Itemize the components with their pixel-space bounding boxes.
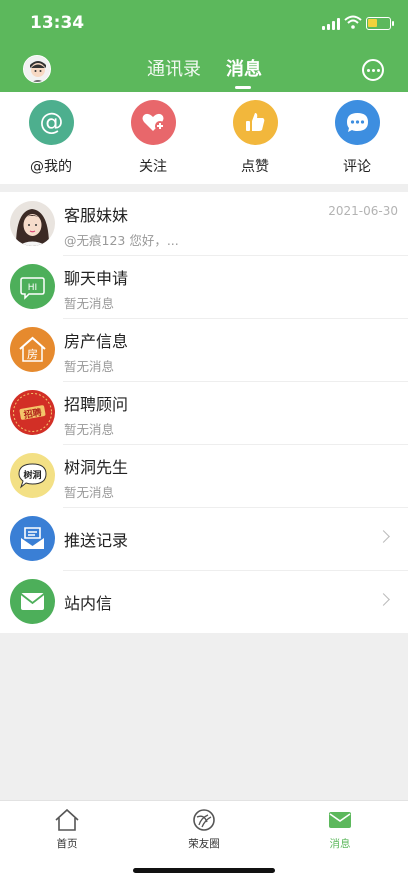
more-options-icon[interactable]: [362, 59, 384, 81]
message-title: 树洞先生: [64, 458, 129, 477]
recruit-badge-icon: 招聘: [10, 390, 55, 435]
list-item[interactable]: 推送记录: [0, 507, 408, 570]
status-bar: 13:34: [0, 0, 408, 46]
chevron-right-icon: [377, 593, 390, 606]
message-title: 推送记录: [64, 531, 129, 550]
quick-action-label: 点赞: [241, 159, 269, 175]
message-title: 招聘顾问: [64, 395, 129, 414]
quick-action-follow[interactable]: 关注: [113, 100, 193, 180]
nav-friends-circle[interactable]: 荣友圈: [164, 808, 244, 851]
list-item[interactable]: 树洞 树洞先生 暂无消息: [0, 444, 408, 507]
message-title: 房产信息: [64, 332, 129, 351]
message-envelope-icon: [327, 808, 353, 832]
hi-chat-icon: HI: [10, 264, 55, 309]
svg-text:HI: HI: [28, 283, 37, 293]
message-preview: 暂无消息: [64, 296, 115, 311]
app-header: 13:34 通讯录 消息: [0, 0, 408, 92]
message-preview: @无痕123 您好，...: [64, 233, 179, 248]
home-indicator: [133, 868, 275, 873]
quick-actions: @ @我的 关注 点赞 评论: [0, 92, 408, 184]
nav-messages[interactable]: 消息: [300, 808, 380, 851]
nav-label: 荣友圈: [188, 838, 220, 850]
message-date: 2021-06-30: [328, 204, 398, 218]
battery-icon: [366, 17, 394, 30]
active-tab-indicator: [235, 86, 251, 89]
quick-action-at-me[interactable]: @ @我的: [11, 100, 91, 180]
home-icon: [54, 808, 80, 832]
message-title: 客服妹妹: [64, 206, 129, 225]
comment-icon: [334, 100, 380, 145]
svg-text:树洞: 树洞: [23, 469, 41, 481]
tab-messages[interactable]: 消息: [226, 56, 262, 86]
mail-icon: [10, 579, 55, 624]
tree-hole-icon: 树洞: [10, 453, 55, 498]
message-title: 站内信: [64, 594, 113, 613]
nav-label: 消息: [329, 838, 351, 850]
quick-action-likes[interactable]: 点赞: [215, 100, 295, 180]
customer-service-avatar: [10, 201, 55, 246]
message-preview: 暂无消息: [64, 485, 115, 500]
top-tabs: 通讯录 消息: [0, 56, 408, 86]
quick-action-comments[interactable]: 评论: [317, 100, 397, 180]
quick-action-label: @我的: [30, 159, 72, 175]
svg-text:房: 房: [27, 348, 38, 361]
message-preview: 暂无消息: [64, 359, 115, 374]
message-title: 聊天申请: [64, 269, 129, 288]
at-icon: @: [28, 100, 74, 145]
svg-text:@: @: [39, 108, 63, 136]
house-icon: 房: [10, 327, 55, 372]
list-item[interactable]: 客服妹妹 @无痕123 您好，... 2021-06-30: [0, 192, 408, 255]
list-item[interactable]: HI 聊天申请 暂无消息: [0, 255, 408, 318]
wifi-icon: [344, 15, 362, 29]
tab-contacts[interactable]: 通讯录: [147, 56, 201, 86]
circle-icon: [191, 808, 217, 832]
list-item[interactable]: 招聘 招聘顾问 暂无消息: [0, 381, 408, 444]
thumbs-up-icon: [232, 100, 278, 145]
cellular-signal-icon: [322, 18, 340, 30]
push-inbox-icon: [10, 516, 55, 561]
heart-plus-icon: [130, 100, 176, 145]
list-item[interactable]: 房 房产信息 暂无消息: [0, 318, 408, 381]
nav-label: 首页: [56, 838, 78, 850]
nav-home[interactable]: 首页: [27, 808, 107, 851]
message-list: 客服妹妹 @无痕123 您好，... 2021-06-30 HI 聊天申请 暂无…: [0, 192, 408, 633]
chevron-right-icon: [377, 530, 390, 543]
quick-action-label: 关注: [139, 159, 167, 175]
message-preview: 暂无消息: [64, 422, 115, 437]
status-time: 13:34: [30, 13, 85, 33]
quick-action-label: 评论: [343, 159, 371, 175]
list-item[interactable]: 站内信: [0, 570, 408, 633]
